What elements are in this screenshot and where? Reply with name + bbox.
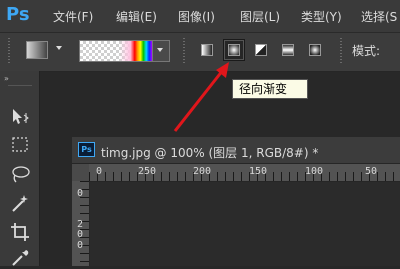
magic-wand-tool-icon[interactable]	[9, 192, 31, 214]
linear-gradient-icon	[201, 44, 213, 56]
menu-layer[interactable]: 图层(L)	[240, 8, 280, 25]
menu-image[interactable]: 图像(I)	[178, 8, 215, 25]
radial-gradient-button[interactable]	[223, 39, 245, 61]
document-title: timg.jpg @ 100% (图层 1, RGB/8#) *	[101, 146, 319, 160]
tooltip: 径向渐变	[232, 79, 308, 99]
ruler-label: 50	[365, 166, 378, 177]
options-bar-grip[interactable]	[8, 38, 10, 64]
ruler-label: 0	[77, 240, 84, 251]
ruler-label: 0	[77, 188, 84, 199]
lasso-tool-icon[interactable]	[9, 163, 31, 185]
menu-edit[interactable]: 编辑(E)	[116, 8, 157, 25]
radial-gradient-icon	[228, 44, 240, 56]
photoshop-logo: Ps	[6, 4, 30, 25]
tool-preset-picker[interactable]	[26, 41, 48, 59]
chevron-down-icon[interactable]	[56, 46, 62, 50]
reflected-gradient-button[interactable]	[277, 39, 299, 61]
ruler-label: 250	[138, 166, 157, 177]
linear-gradient-button[interactable]	[196, 39, 218, 61]
ruler-label: 200	[193, 166, 212, 177]
angle-gradient-icon	[255, 44, 267, 56]
crop-tool-icon[interactable]	[9, 221, 31, 243]
diamond-gradient-button[interactable]	[304, 39, 326, 61]
marquee-tool-icon[interactable]	[9, 134, 31, 156]
separator	[183, 38, 185, 64]
menu-file[interactable]: 文件(F)	[53, 8, 93, 25]
collapse-icon[interactable]: »	[4, 74, 9, 83]
angle-gradient-button[interactable]	[250, 39, 272, 61]
gradient-preview[interactable]	[79, 40, 153, 62]
ruler-label: 0	[96, 166, 103, 177]
ruler-label: 0	[77, 229, 84, 240]
mode-label: 模式:	[352, 44, 381, 58]
canvas-area[interactable]	[90, 182, 400, 266]
menu-select[interactable]: 选择(S	[361, 8, 397, 25]
ruler-label: 150	[249, 166, 268, 177]
ruler-ticks	[89, 172, 400, 181]
separator	[340, 38, 342, 64]
move-tool-icon[interactable]	[9, 106, 31, 128]
divider	[8, 85, 32, 86]
ruler-label: 100	[305, 166, 324, 177]
chevron-down-icon	[157, 48, 163, 52]
photoshop-doc-icon: Ps	[78, 142, 95, 157]
diamond-gradient-icon	[309, 44, 321, 56]
menu-type[interactable]: 类型(Y)	[301, 8, 342, 25]
reflected-gradient-icon	[282, 44, 294, 56]
ruler-origin[interactable]	[72, 164, 89, 181]
